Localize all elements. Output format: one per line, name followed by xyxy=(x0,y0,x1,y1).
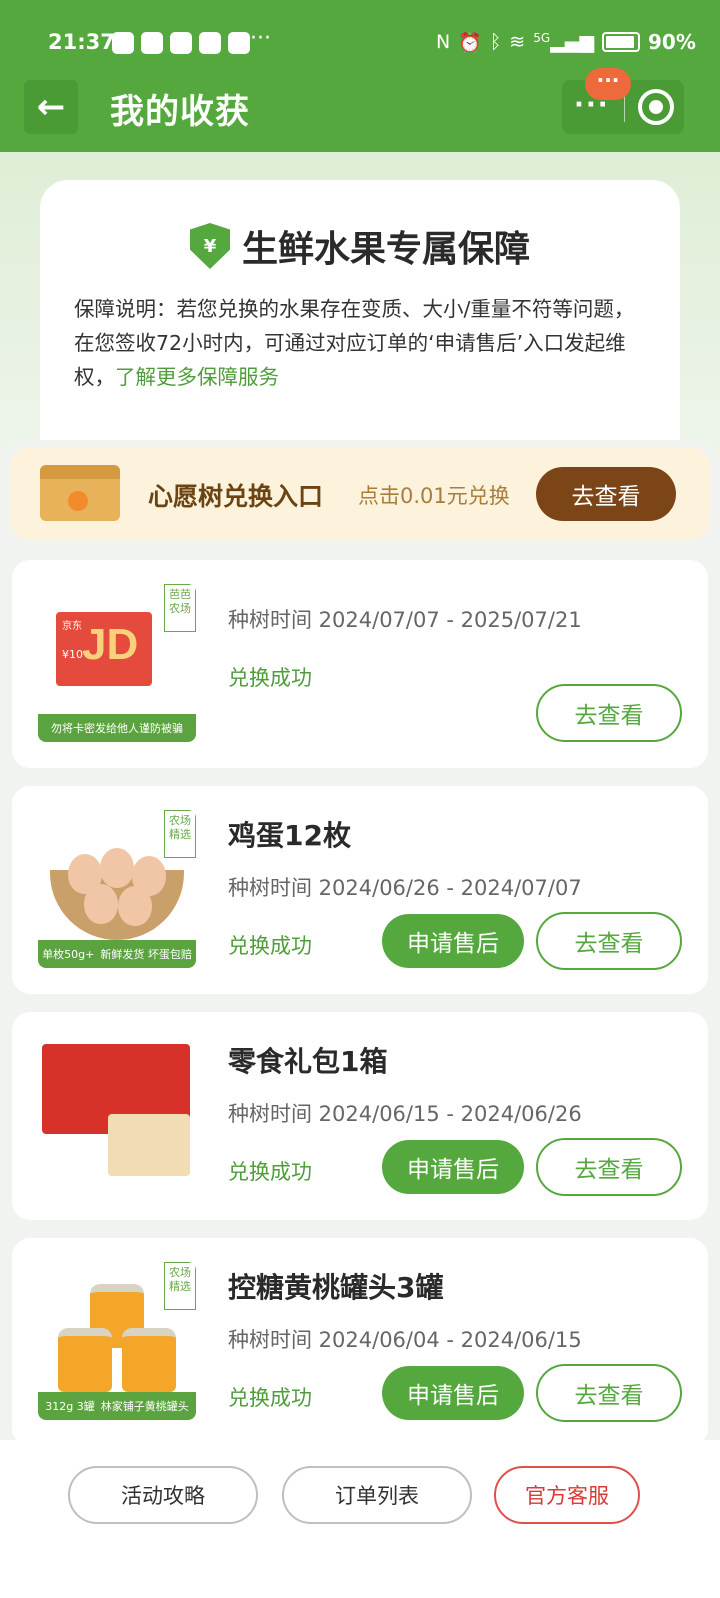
order-status: 兑换成功 xyxy=(228,934,312,958)
system-status: Ν ⏰ ᛒ ≋ 5G▂▄▆ 90% xyxy=(436,30,696,54)
wifi-icon: ≋ xyxy=(509,31,526,53)
image-footer-strip: 单枚50g+ 新鲜发货 坏蛋包赔 xyxy=(38,940,196,968)
wish-view-button[interactable]: 去查看 xyxy=(536,467,676,521)
bluetooth-icon: ᛒ xyxy=(489,31,502,53)
product-image[interactable] xyxy=(38,1036,196,1194)
notification-app-icons xyxy=(112,32,250,54)
jd-gift-card: 京东 JD ¥10 xyxy=(56,612,152,686)
farm-tag: 农场精选 xyxy=(164,810,196,858)
activity-guide-button[interactable]: 活动攻略 xyxy=(68,1466,258,1524)
after-sales-button[interactable]: 申请售后 xyxy=(382,914,524,968)
app-notification-icon xyxy=(141,32,163,54)
order-card: 京东 JD ¥10 芭芭农场 勿将卡密发给他人谨防被骗 种树时间 2024/07… xyxy=(12,560,708,768)
product-title: 鸡蛋12枚 xyxy=(228,819,351,852)
view-button[interactable]: 去查看 xyxy=(536,1364,682,1422)
snack-package xyxy=(108,1114,190,1176)
image-footer-text: 新鲜发货 坏蛋包赔 xyxy=(100,948,192,961)
after-sales-button[interactable]: 申请售后 xyxy=(382,1140,524,1194)
order-card: 农场精选 单枚50g+ 新鲜发货 坏蛋包赔 鸡蛋12枚 种树时间 2024/06… xyxy=(12,786,708,994)
app-notification-icon xyxy=(199,32,221,54)
view-button[interactable]: 去查看 xyxy=(536,1138,682,1196)
status-more-icon: ··· xyxy=(250,26,271,51)
guarantee-description: 保障说明：若您兑换的水果存在变质、大小/重量不符等问题，在您签收72小时内，可通… xyxy=(74,292,654,394)
spec-label: 312g 3罐 xyxy=(45,1400,95,1413)
order-card: 零食礼包1箱 种树时间 2024/06/15 - 2024/06/26 兑换成功… xyxy=(12,1012,708,1220)
egg xyxy=(84,884,118,924)
product-title: 零食礼包1箱 xyxy=(228,1045,388,1078)
order-status: 兑换成功 xyxy=(228,666,312,690)
product-title: 控糖黄桃罐头3罐 xyxy=(228,1271,444,1304)
battery-icon xyxy=(602,32,640,52)
order-status: 兑换成功 xyxy=(228,1160,312,1184)
jd-brand-label: 京东 xyxy=(62,621,82,632)
signal-icon: 5G▂▄▆ xyxy=(533,31,594,53)
view-button[interactable]: 去查看 xyxy=(536,684,682,742)
wish-tree-title: 心愿树兑换入口 xyxy=(148,482,324,511)
view-button[interactable]: 去查看 xyxy=(536,912,682,970)
egg xyxy=(118,886,152,926)
product-image[interactable]: 农场精选 单枚50g+ 新鲜发货 坏蛋包赔 xyxy=(38,810,196,968)
gift-box-icon xyxy=(40,465,120,521)
page-title: 我的收获 xyxy=(110,92,250,132)
battery-percent: 90% xyxy=(648,30,696,54)
arrow-left-icon: ← xyxy=(36,87,66,127)
egg xyxy=(100,848,134,888)
farm-tag: 农场精选 xyxy=(164,1262,196,1310)
guarantee-card: ¥ 生鲜水果专属保障 保障说明：若您兑换的水果存在变质、大小/重量不符等问题，在… xyxy=(40,180,680,470)
jd-logo: JD xyxy=(82,620,139,669)
plant-date: 种树时间 2024/06/26 - 2024/07/07 xyxy=(228,876,582,900)
notification-badge: ··· xyxy=(585,68,631,100)
peach-can xyxy=(122,1328,176,1392)
guarantee-header: ¥ 生鲜水果专属保障 xyxy=(40,220,680,272)
image-footer-strip: 312g 3罐 林家铺子黄桃罐头 xyxy=(38,1392,196,1420)
alarm-icon: ⏰ xyxy=(458,31,482,54)
app-notification-icon xyxy=(170,32,192,54)
close-miniapp-icon[interactable] xyxy=(638,89,674,125)
order-list-button[interactable]: 订单列表 xyxy=(282,1466,472,1524)
order-card: 农场精选 312g 3罐 林家铺子黄桃罐头 控糖黄桃罐头3罐 种树时间 2024… xyxy=(12,1238,708,1446)
status-time: 21:37 xyxy=(48,30,115,54)
app-notification-icon xyxy=(228,32,250,54)
guarantee-title: 生鲜水果专属保障 xyxy=(241,229,530,270)
back-button[interactable]: ← xyxy=(24,80,78,134)
farm-tag: 芭芭农场 xyxy=(164,584,196,632)
bottom-action-bar: 活动攻略 订单列表 官方客服 xyxy=(0,1440,720,1598)
app-header: 21:37 ··· Ν ⏰ ᛒ ≋ 5G▂▄▆ 90% ← 我的收获 ··· ·… xyxy=(0,0,720,152)
customer-service-button[interactable]: 官方客服 xyxy=(494,1466,640,1524)
product-image[interactable]: 农场精选 312g 3罐 林家铺子黄桃罐头 xyxy=(38,1262,196,1420)
plant-date: 种树时间 2024/06/04 - 2024/06/15 xyxy=(228,1328,582,1352)
image-footer-strip: 勿将卡密发给他人谨防被骗 xyxy=(38,714,196,742)
product-image[interactable]: 京东 JD ¥10 芭芭农场 勿将卡密发给他人谨防被骗 xyxy=(38,584,196,742)
image-footer-text: 勿将卡密发给他人谨防被骗 xyxy=(51,722,183,735)
wish-tree-banner[interactable]: 心愿树兑换入口 点击0.01元兑换 去查看 xyxy=(10,447,710,540)
order-status: 兑换成功 xyxy=(228,1386,312,1410)
jd-price: ¥10 xyxy=(62,648,83,661)
image-footer-text: 林家铺子黄桃罐头 xyxy=(100,1400,189,1413)
nfc-icon: Ν xyxy=(436,31,451,53)
plant-date: 种树时间 2024/07/07 - 2025/07/21 xyxy=(228,608,582,632)
wish-tree-subtitle: 点击0.01元兑换 xyxy=(358,484,510,508)
status-bar: 21:37 ··· Ν ⏰ ᛒ ≋ 5G▂▄▆ 90% xyxy=(0,20,720,66)
peach-can xyxy=(58,1328,112,1392)
spec-label: 单枚50g+ xyxy=(42,948,95,961)
plant-date: 种树时间 2024/06/15 - 2024/06/26 xyxy=(228,1102,582,1126)
shield-icon: ¥ xyxy=(189,223,230,269)
app-notification-icon xyxy=(112,32,134,54)
more-guarantee-link[interactable]: 了解更多保障服务 xyxy=(115,365,279,389)
after-sales-button[interactable]: 申请售后 xyxy=(382,1366,524,1420)
